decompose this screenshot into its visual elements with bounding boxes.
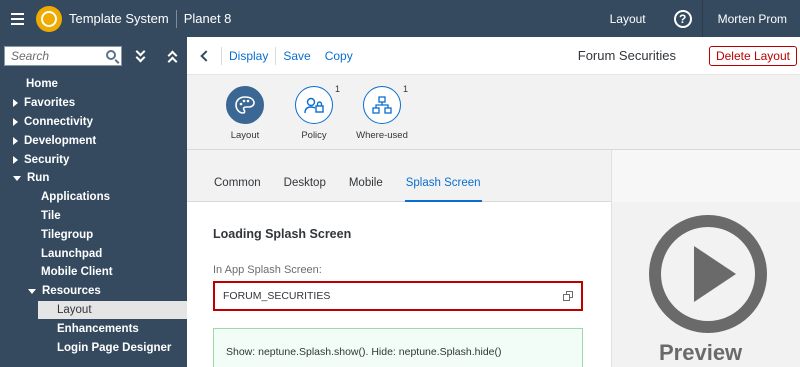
section-heading: Loading Splash Screen xyxy=(213,227,352,241)
preview-pane: Preview xyxy=(611,150,800,367)
nav-item-connectivity[interactable]: Connectivity xyxy=(0,113,187,132)
nav-item-mobile-client[interactable]: Mobile Client xyxy=(0,263,187,282)
collapse-arrow-icon[interactable] xyxy=(28,288,36,294)
icon-tab-layout[interactable]: Layout xyxy=(213,86,277,154)
help-icon[interactable]: ? xyxy=(673,9,692,28)
chevron-up-icon xyxy=(167,56,177,67)
palette-icon xyxy=(226,86,264,124)
nav-item-tilegroup[interactable]: Tilegroup xyxy=(0,225,187,244)
nav-item-label: Layout xyxy=(57,303,92,316)
toolbar: Display Save Copy Forum Securities Delet… xyxy=(187,37,800,75)
expand-arrow-icon[interactable] xyxy=(13,117,18,126)
nav-item-development[interactable]: Development xyxy=(0,131,187,150)
play-icon[interactable] xyxy=(648,214,768,334)
nav-item-label: Development xyxy=(24,134,97,147)
nav-item-tile[interactable]: Tile xyxy=(0,207,187,226)
settings-content: Common Desktop Mobile Splash Screen Load… xyxy=(187,150,611,367)
page-title: Forum Securities xyxy=(577,48,676,63)
nav-item-enhancements[interactable]: Enhancements xyxy=(0,319,187,338)
sidebar: Search Home Favorites Connectivity Devel… xyxy=(0,37,187,367)
nav-item-login-page-designer[interactable]: Login Page Designer xyxy=(0,338,187,357)
shell-bar: Template System Planet 8 Layout ? Morten… xyxy=(0,0,800,37)
nav-item-label: Mobile Client xyxy=(41,266,113,279)
nav-item-label: Security xyxy=(24,153,70,166)
nav-item-label: Enhancements xyxy=(57,322,139,335)
nav-item-security[interactable]: Security xyxy=(0,150,187,169)
tab-common[interactable]: Common xyxy=(214,177,261,201)
back-button[interactable] xyxy=(187,37,221,75)
expand-arrow-icon[interactable] xyxy=(13,99,18,108)
nav-item-label: Login Page Designer xyxy=(57,341,172,354)
splash-screen-value: FORUM_SECURITIES xyxy=(223,290,331,302)
icon-tab-label: Layout xyxy=(230,130,260,141)
icon-tab-label: Where-used xyxy=(356,130,408,141)
nav-item-label: Applications xyxy=(41,191,111,204)
nav-item-label: Resources xyxy=(42,285,101,298)
nav-item-run[interactable]: Run xyxy=(0,169,187,188)
system-name: Planet 8 xyxy=(183,11,232,26)
app-title: Template System xyxy=(69,11,169,26)
nav-item-resources[interactable]: Resources xyxy=(0,282,187,301)
nav-item-label: Launchpad xyxy=(41,247,103,260)
display-button[interactable]: Display xyxy=(222,49,275,63)
nav-item-label: Tilegroup xyxy=(41,228,94,241)
copy-icon-front xyxy=(563,294,570,301)
splash-field-label: In App Splash Screen: xyxy=(213,264,322,276)
delete-layout-button[interactable]: Delete Layout xyxy=(708,46,797,66)
layout-link[interactable]: Layout xyxy=(600,12,656,26)
main-area: Display Save Copy Forum Securities Delet… xyxy=(187,37,800,367)
nav-item-applications[interactable]: Applications xyxy=(0,188,187,207)
nav-item-layout[interactable]: Layout xyxy=(38,300,187,320)
info-message-text: Show: neptune.Splash.show(). Hide: neptu… xyxy=(226,346,502,358)
search-placeholder: Search xyxy=(11,49,50,63)
collapse-all-button[interactable] xyxy=(158,45,186,67)
nav-item-label: Favorites xyxy=(24,97,76,110)
tab-bar: Common Desktop Mobile Splash Screen xyxy=(187,150,611,202)
nav-item-launchpad[interactable]: Launchpad xyxy=(0,244,187,263)
icon-tab-bar: Layout 1 Policy 1 Where-used xyxy=(187,75,800,154)
expand-arrow-icon[interactable] xyxy=(13,136,18,145)
expand-all-button[interactable] xyxy=(126,45,154,67)
nav-item-label: Connectivity xyxy=(24,115,94,128)
where-used-badge: 1 xyxy=(402,84,408,94)
search-icon[interactable] xyxy=(106,50,116,60)
value-help-icon[interactable] xyxy=(563,291,573,301)
policy-badge: 1 xyxy=(334,84,340,94)
chevron-down-icon xyxy=(135,52,145,63)
app-logo-icon[interactable] xyxy=(36,5,62,32)
copy-button[interactable]: Copy xyxy=(318,49,360,63)
user-lock-icon: 1 xyxy=(295,84,340,124)
icon-tab-policy[interactable]: 1 Policy xyxy=(282,84,346,141)
preview-label: Preview xyxy=(659,340,743,365)
preview-header xyxy=(612,150,800,202)
icon-tab-label: Policy xyxy=(301,130,327,141)
menu-icon[interactable] xyxy=(0,0,34,37)
icon-tab-where-used[interactable]: 1 Where-used xyxy=(350,84,414,141)
nav-item-favorites[interactable]: Favorites xyxy=(0,94,187,113)
nav-item-label: Run xyxy=(27,172,50,185)
tab-splash-screen[interactable]: Splash Screen xyxy=(404,177,482,202)
collapse-arrow-icon[interactable] xyxy=(13,175,21,181)
expand-arrow-icon[interactable] xyxy=(13,155,18,164)
nav-item-label: Tile xyxy=(41,209,61,222)
nav-tree: Home Favorites Connectivity Development … xyxy=(0,75,187,357)
title-divider xyxy=(175,9,177,28)
save-button[interactable]: Save xyxy=(276,49,317,63)
chevron-left-icon xyxy=(200,49,212,62)
nav-item-label: Home xyxy=(26,78,58,91)
search-input[interactable]: Search xyxy=(4,46,122,66)
tab-desktop[interactable]: Desktop xyxy=(284,177,326,201)
user-name[interactable]: Morten Prom xyxy=(703,12,800,26)
tab-mobile[interactable]: Mobile xyxy=(349,177,383,201)
splash-panel: Loading Splash Screen In App Splash Scre… xyxy=(187,202,611,367)
splash-screen-input[interactable]: FORUM_SECURITIES xyxy=(213,281,583,311)
info-message: Show: neptune.Splash.show(). Hide: neptu… xyxy=(213,328,583,367)
hierarchy-icon: 1 xyxy=(363,84,408,124)
nav-item-home[interactable]: Home xyxy=(0,75,187,94)
